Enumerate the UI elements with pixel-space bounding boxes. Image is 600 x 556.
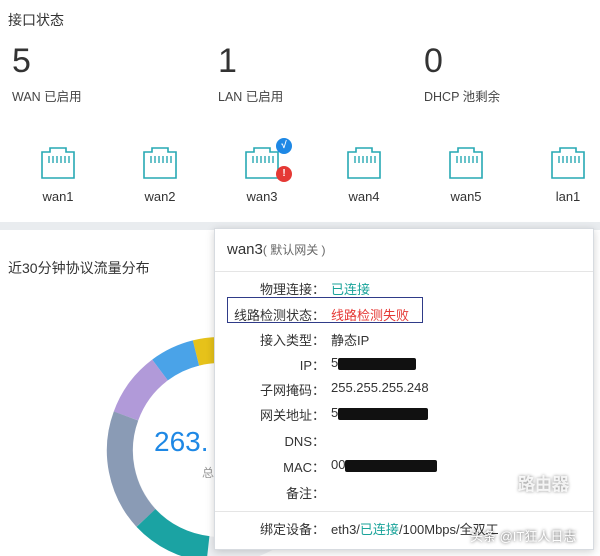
port-label: lan1 [555, 189, 581, 204]
dhcp-pool-stat: 0 DHCP 池剩余 [424, 44, 500, 105]
port-label: wan1 [42, 189, 74, 204]
subnet-mask-key: 子网掩码： [259, 383, 325, 398]
ethernet-port-icon [38, 146, 78, 180]
row-ip: IP： 5 [215, 355, 595, 375]
ip-value: 5 [331, 355, 417, 370]
ethernet-port-icon [446, 146, 486, 180]
access-type-value: 静态IP [331, 333, 370, 348]
popup-port-subtitle: ( 默认网关 ) [262, 243, 326, 257]
mac-value: 00 [331, 457, 438, 472]
physical-link-value: 已连接 [331, 282, 371, 297]
physical-link-key: 物理连接： [259, 282, 325, 297]
row-subnet-mask: 子网掩码： 255.255.255.248 [215, 380, 595, 400]
gateway-key: 网关地址： [259, 408, 325, 423]
error-alert-icon: ! [276, 166, 292, 182]
lan-enabled-label: LAN 已启用 [218, 90, 284, 104]
donut-segment-blue [152, 340, 200, 381]
traffic-chart-title: 近30分钟协议流量分布 [8, 260, 150, 276]
wan3-detail-popup: wan3( 默认网关 ) 物理连接： 已连接 线路检测状态： 线路检测失败 接入… [214, 228, 594, 550]
ethernet-port-icon [140, 146, 180, 180]
note-key: 备注： [285, 486, 325, 501]
row-line-check: 线路检测状态： 线路检测失败 [215, 305, 595, 325]
connected-check-icon: √ [276, 138, 292, 154]
port-label: wan4 [348, 189, 380, 204]
popup-title: wan3( 默认网关 ) [227, 241, 326, 258]
donut-segment-gray [106, 411, 156, 527]
port-wan1[interactable]: wan1 [28, 146, 88, 204]
bound-device-key: 绑定设备： [259, 522, 325, 537]
interface-status-title: 接口状态 [8, 12, 64, 28]
ethernet-port-icon [548, 146, 588, 180]
dhcp-pool-label: DHCP 池剩余 [424, 90, 501, 104]
line-check-key: 线路检测状态： [233, 308, 325, 323]
row-access-type: 接入类型： 静态IP [215, 330, 595, 350]
line-check-value: 线路检测失败 [331, 308, 410, 323]
row-physical-link: 物理连接： 已连接 [215, 279, 595, 299]
ip-key: IP： [299, 358, 325, 373]
redaction-bar [338, 407, 429, 420]
traffic-total-value: 263. [154, 426, 209, 457]
port-wan3[interactable]: √ ! wan3 [232, 138, 292, 204]
redaction-bar [338, 357, 417, 370]
donut-segment-teal [136, 508, 210, 556]
popup-port-name: wan3 [227, 241, 263, 258]
port-label: wan2 [144, 189, 176, 204]
donut-segment-purple [113, 359, 169, 421]
row-gateway: 网关地址： 5 [215, 405, 595, 425]
wan-enabled-count: 5 [12, 42, 31, 80]
traffic-total-label: 总 [202, 466, 215, 480]
interface-status-card: 接口状态 5 WAN 已启用 1 LAN 已启用 0 DHCP 池剩余 wan1 [0, 0, 600, 222]
mac-key: MAC： [283, 460, 325, 475]
watermark-logo: 路由器 [518, 475, 569, 494]
gateway-value: 5 [331, 405, 429, 420]
port-label: wan3 [246, 189, 278, 204]
port-label: wan5 [450, 189, 482, 204]
port-wan2[interactable]: wan2 [130, 146, 190, 204]
dhcp-pool-count: 0 [424, 42, 443, 80]
ethernet-port-icon: √ ! [242, 138, 292, 182]
lan-enabled-count: 1 [218, 42, 237, 80]
dns-key: DNS： [284, 434, 325, 449]
access-type-key: 接入类型： [259, 333, 325, 348]
port-wan5[interactable]: wan5 [436, 146, 496, 204]
lan-enabled-stat: 1 LAN 已启用 [218, 44, 283, 105]
row-dns: DNS： [215, 431, 595, 451]
wan-enabled-stat: 5 WAN 已启用 [12, 44, 82, 105]
wan-enabled-label: WAN 已启用 [12, 90, 82, 104]
port-wan4[interactable]: wan4 [334, 146, 394, 204]
watermark-text: 头条 @IT狂人日志 [470, 529, 577, 544]
popup-footer-divider [215, 511, 593, 512]
popup-divider [215, 271, 593, 272]
redaction-bar [345, 459, 438, 472]
port-lan1[interactable]: lan1 [538, 146, 598, 204]
ethernet-port-icon [344, 146, 384, 180]
subnet-mask-value: 255.255.255.248 [331, 380, 429, 395]
